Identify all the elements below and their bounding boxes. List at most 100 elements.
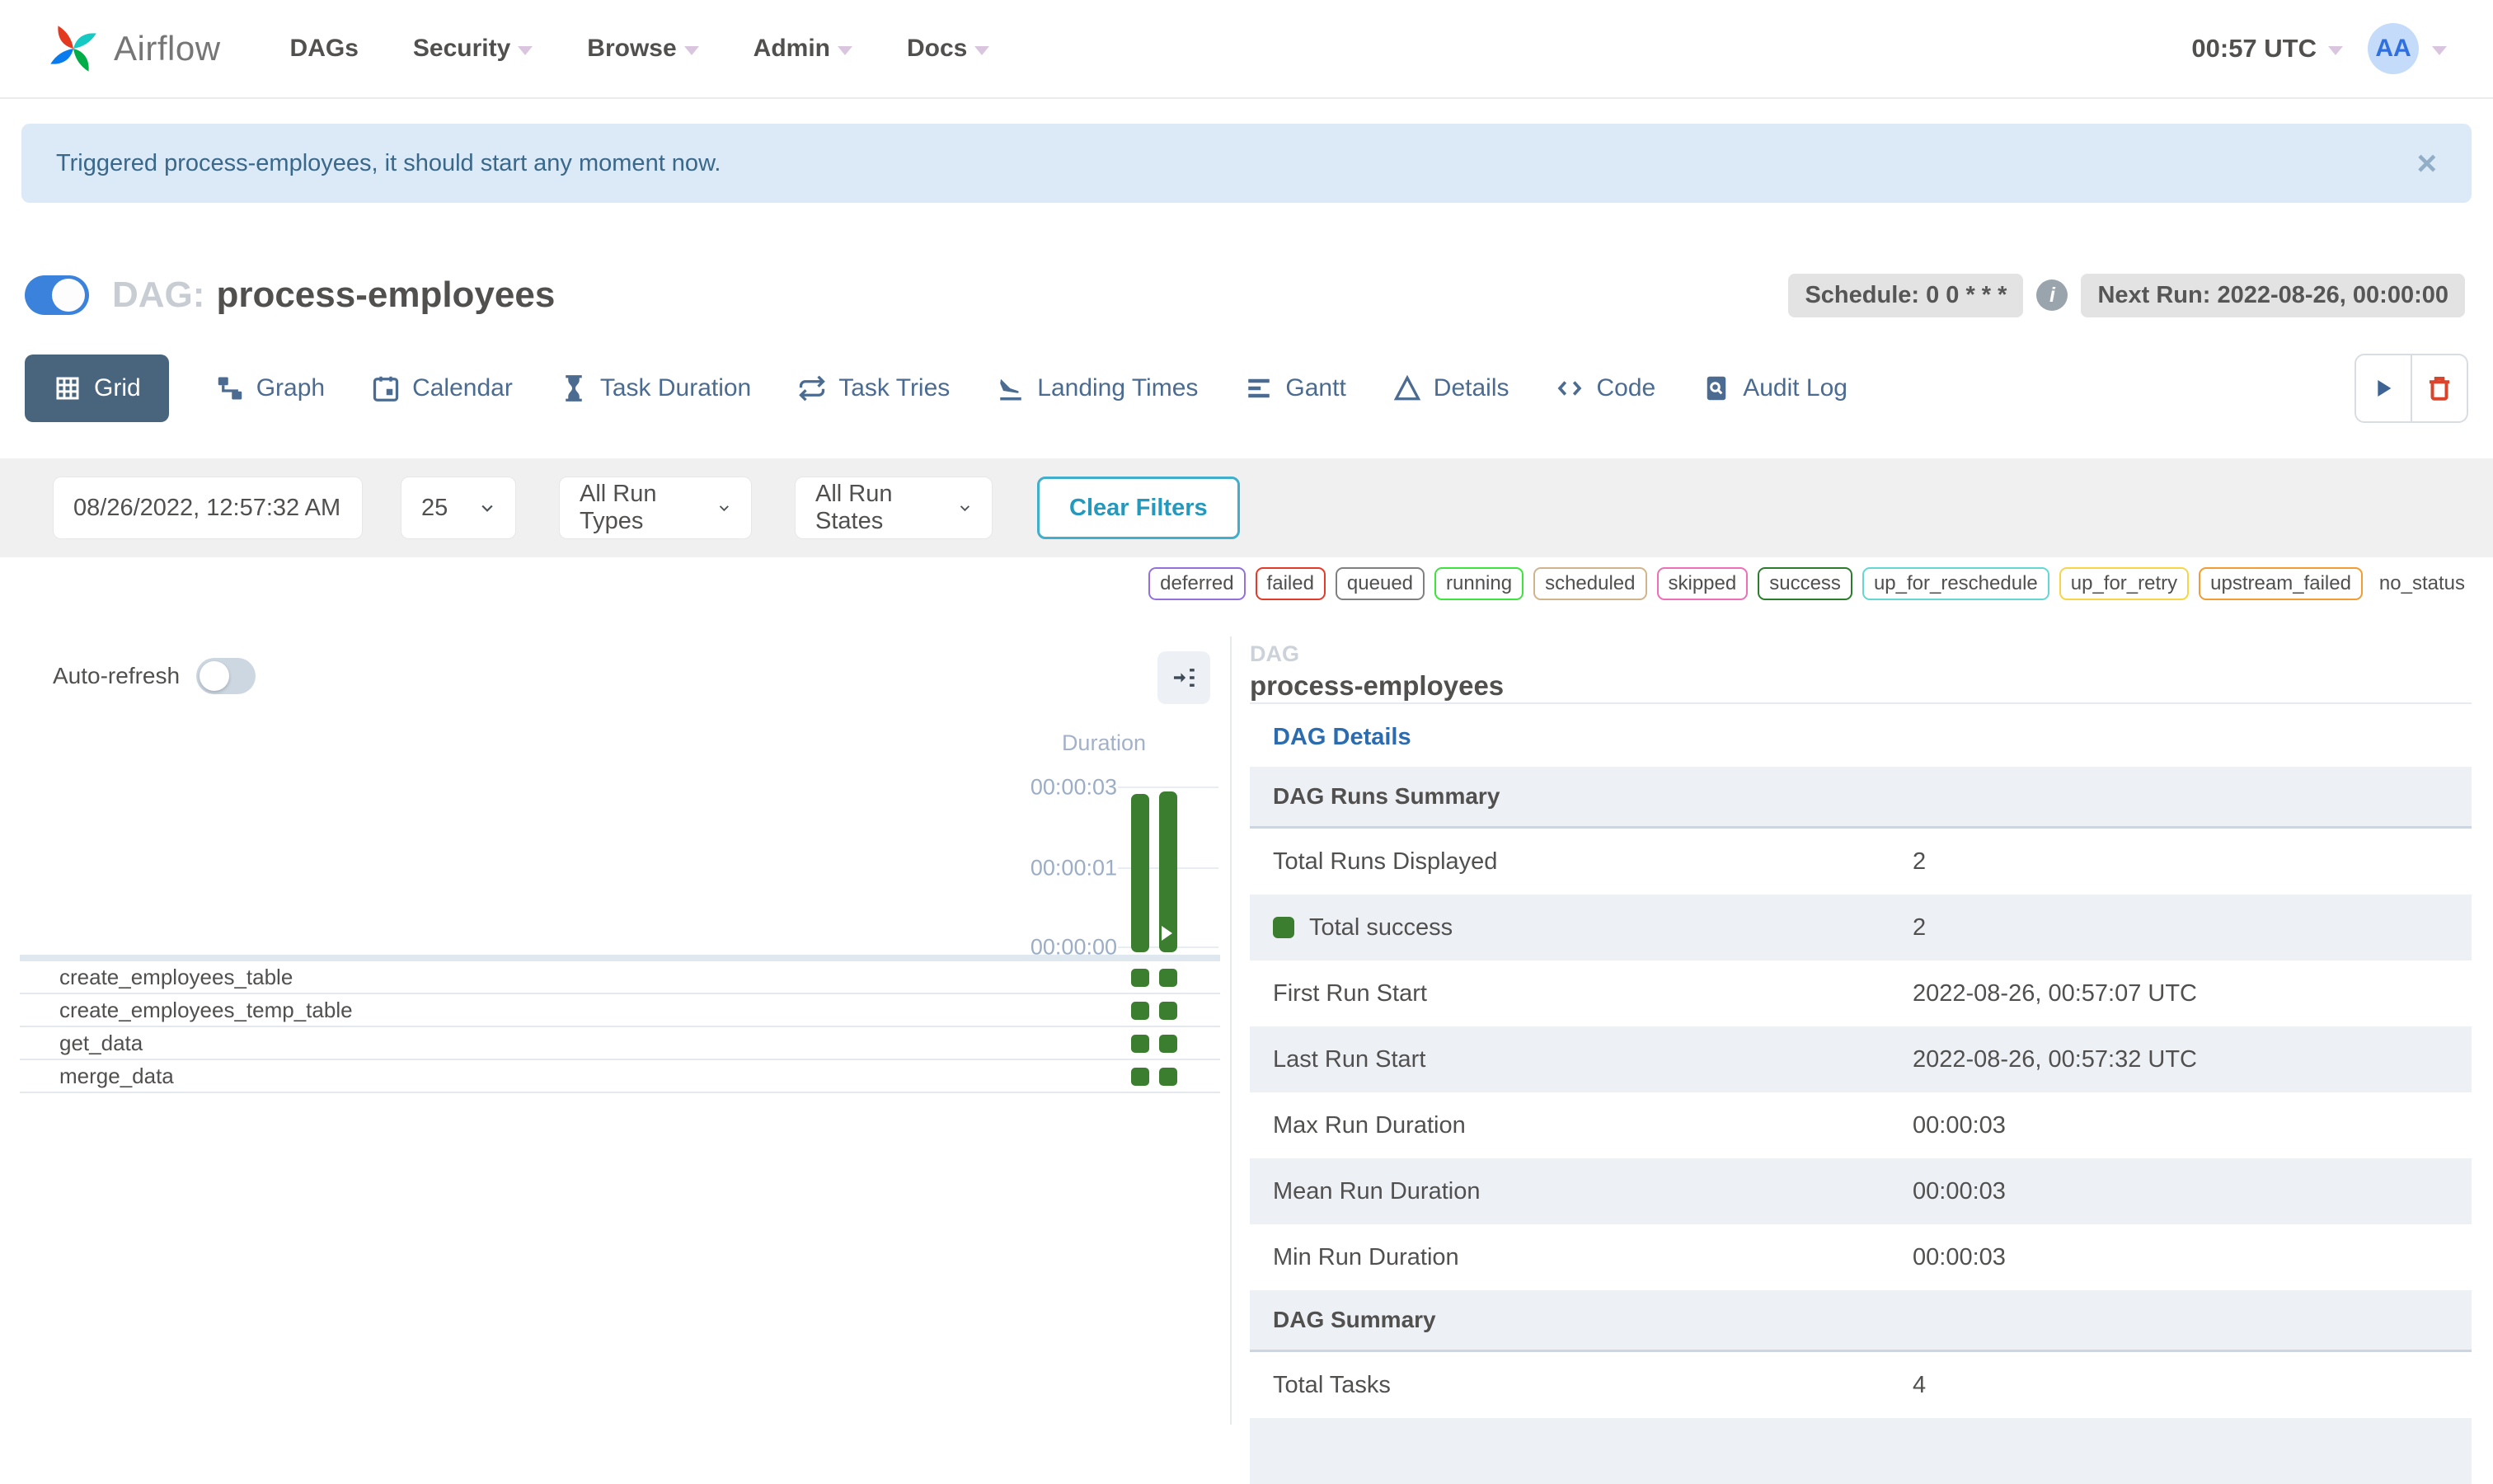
dag-pause-toggle[interactable] xyxy=(25,275,89,315)
legend-up-for-reschedule[interactable]: up_for_reschedule xyxy=(1862,567,2049,600)
dag-title-prefix: DAG: xyxy=(112,275,205,315)
clear-filters-button[interactable]: Clear Filters xyxy=(1037,477,1240,539)
task-grid: create_employees_table create_employees_… xyxy=(20,961,1220,1093)
task-instance-squares xyxy=(1131,969,1177,987)
tab-gantt[interactable]: Gantt xyxy=(1244,373,1346,403)
table-row: Total Tasks 4 xyxy=(1273,1371,1927,1398)
table-row: First Run Start 2022-08-26, 00:57:07 UTC xyxy=(1273,979,2197,1007)
table-value: 2022-08-26, 00:57:07 UTC xyxy=(1913,979,2197,1007)
schedule-badge[interactable]: Schedule: 0 0 * * * xyxy=(1788,273,2024,317)
auto-refresh-control: Auto-refresh xyxy=(53,658,256,694)
tab-grid[interactable]: Grid xyxy=(25,355,169,422)
dag-header: DAG: process-employees Schedule: 0 0 * * … xyxy=(25,261,2465,330)
task-instance-success[interactable] xyxy=(1131,1068,1149,1086)
clock-label: 00:57 UTC xyxy=(2191,34,2317,63)
nav-item-dags[interactable]: DAGs xyxy=(290,35,359,63)
task-instance-success[interactable] xyxy=(1131,1035,1149,1053)
run-types-select[interactable]: All Run Types xyxy=(559,477,752,539)
nav-item-admin[interactable]: Admin xyxy=(754,35,852,63)
trigger-dag-button[interactable] xyxy=(2356,355,2411,421)
run-states-select[interactable]: All Run States xyxy=(795,477,993,539)
table-value: 00:00:03 xyxy=(1913,1177,2006,1205)
avatar[interactable]: AA xyxy=(2368,23,2419,74)
auto-refresh-toggle[interactable] xyxy=(196,658,256,694)
tab-details[interactable]: Details xyxy=(1392,373,1509,403)
toggle-knob xyxy=(200,661,230,691)
audit-log-icon xyxy=(1707,376,1726,401)
task-name[interactable]: merge_data xyxy=(59,1064,174,1089)
chevron-down-icon xyxy=(837,45,852,55)
table-value: 4 xyxy=(1913,1371,1927,1398)
table-row: Mean Run Duration 00:00:03 xyxy=(1250,1158,2472,1224)
tab-code[interactable]: Code xyxy=(1555,373,1655,403)
chevron-down-icon xyxy=(481,505,493,512)
plane-landing-icon xyxy=(1000,378,1022,401)
alert-message: Triggered process-employees, it should s… xyxy=(56,149,721,176)
num-runs-select[interactable]: 25 xyxy=(401,477,516,539)
auto-refresh-label: Auto-refresh xyxy=(53,663,181,688)
dag-run-bar-1[interactable] xyxy=(1131,794,1149,952)
table-row: Total Runs Displayed 2 xyxy=(1273,848,1927,875)
legend-upstream-failed[interactable]: upstream_failed xyxy=(2199,567,2363,600)
task-instance-success[interactable] xyxy=(1131,1002,1149,1020)
legend-failed[interactable]: failed xyxy=(1255,567,1326,600)
airflow-brand[interactable]: Airflow xyxy=(46,21,221,76)
tab-task-tries[interactable]: Task Tries xyxy=(797,373,950,403)
tab-landing-times[interactable]: Landing Times xyxy=(996,373,1198,403)
panel-label: DAG xyxy=(1250,641,1299,666)
chevron-down-icon xyxy=(2328,45,2343,55)
nav-item-docs[interactable]: Docs xyxy=(907,35,990,63)
close-icon[interactable]: × xyxy=(2416,146,2437,181)
legend-success[interactable]: success xyxy=(1758,567,1852,600)
gantt-icon xyxy=(1248,378,1270,398)
task-instance-squares xyxy=(1131,1035,1177,1053)
delete-dag-button[interactable] xyxy=(2411,355,2467,421)
info-icon[interactable]: i xyxy=(2036,279,2068,311)
airflow-logo-icon xyxy=(50,26,96,72)
toggle-details-panel-button[interactable] xyxy=(1157,651,1210,704)
table-row: Last Run Start 2022-08-26, 00:57:32 UTC xyxy=(1250,1026,2472,1092)
tab-calendar[interactable]: Calendar xyxy=(371,373,513,403)
dag-view-tabs: Grid Graph Calendar Task Duration Task T… xyxy=(25,354,2468,423)
legend-queued[interactable]: queued xyxy=(1335,567,1425,600)
table-row xyxy=(1250,1418,2472,1484)
task-row[interactable]: create_employees_table xyxy=(20,961,1220,994)
table-value: 2 xyxy=(1913,848,1927,875)
task-instance-success[interactable] xyxy=(1159,1035,1177,1053)
nav-right: 00:57 UTC AA xyxy=(2191,23,2447,74)
chevron-down-icon xyxy=(974,45,990,55)
hourglass-icon xyxy=(566,375,582,402)
chevron-down-icon xyxy=(683,45,699,55)
task-row[interactable]: get_data xyxy=(20,1027,1220,1060)
task-instance-success[interactable] xyxy=(1159,1002,1177,1020)
tab-graph[interactable]: Graph xyxy=(215,373,325,403)
table-value: 2022-08-26, 00:57:32 UTC xyxy=(1913,1045,2197,1073)
clock-dropdown[interactable]: 00:57 UTC xyxy=(2191,34,2343,63)
task-name[interactable]: create_employees_table xyxy=(59,965,293,990)
tab-audit-log[interactable]: Audit Log xyxy=(1702,373,1847,403)
task-row[interactable]: merge_data xyxy=(20,1060,1220,1093)
task-instance-success[interactable] xyxy=(1159,1068,1177,1086)
legend-skipped[interactable]: skipped xyxy=(1656,567,1749,600)
base-date-input[interactable] xyxy=(53,477,363,539)
table-value: 2 xyxy=(1913,913,1927,941)
legend-running[interactable]: running xyxy=(1434,567,1524,600)
legend-up-for-retry[interactable]: up_for_retry xyxy=(2059,567,2190,600)
task-name[interactable]: get_data xyxy=(59,1031,143,1056)
task-instance-success[interactable] xyxy=(1131,969,1149,987)
dag-run-bar-2[interactable] xyxy=(1159,791,1177,952)
user-menu[interactable]: AA xyxy=(2368,23,2447,74)
status-legend: deferred failed queued running scheduled… xyxy=(1148,562,2465,605)
task-instance-success[interactable] xyxy=(1159,969,1177,987)
task-name[interactable]: create_employees_temp_table xyxy=(59,998,353,1023)
axis-tick: 00:00:01 xyxy=(1030,855,1117,881)
legend-scheduled[interactable]: scheduled xyxy=(1533,567,1647,600)
dag-details-link[interactable]: DAG Details xyxy=(1273,724,1411,751)
legend-deferred[interactable]: deferred xyxy=(1148,567,1246,600)
tab-task-duration[interactable]: Task Duration xyxy=(559,373,751,403)
nav-item-browse[interactable]: Browse xyxy=(587,35,699,63)
task-row[interactable]: create_employees_temp_table xyxy=(20,994,1220,1027)
duration-axis-title: Duration xyxy=(1061,730,1146,755)
filter-bar: 25 All Run Types All Run States Clear Fi… xyxy=(0,458,2493,557)
nav-item-security[interactable]: Security xyxy=(413,35,533,63)
